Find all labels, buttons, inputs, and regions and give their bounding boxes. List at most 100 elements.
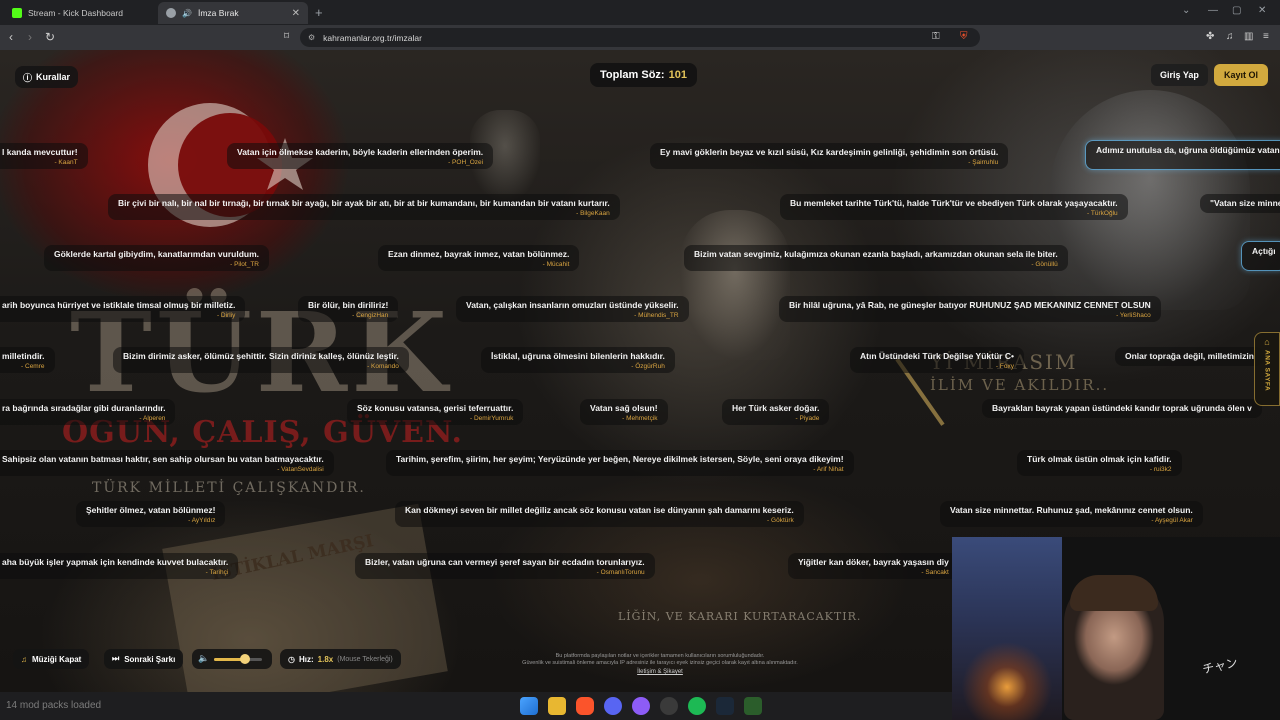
signature-quote: Vatan, çalışkan insanların omuzları üstü…: [466, 300, 679, 310]
side-tab-label: ANA SAYFA: [1263, 350, 1271, 392]
new-tab-button[interactable]: +: [315, 5, 323, 20]
signature-quote: Türk olmak üstün olmak için kafidir.: [1027, 454, 1172, 464]
home-side-tab[interactable]: ⌂ ANA SAYFA: [1254, 332, 1280, 406]
signature-author: - Tarihçi: [205, 569, 229, 576]
signature-card[interactable]: Bir hilâl uğruna, yâ Rab, ne güneşler ba…: [779, 296, 1161, 322]
extensions-icon[interactable]: ✤: [1206, 31, 1214, 42]
volume-slider[interactable]: 🔈: [192, 649, 272, 669]
signature-card[interactable]: Bir ölür, bin diriliriz! - CengizHan: [298, 296, 399, 322]
login-button[interactable]: Giriş Yap: [1151, 64, 1208, 86]
terminal-icon[interactable]: [744, 697, 762, 715]
signature-card-highlighted[interactable]: Adımız unutulsa da, uğruna öldüğümüz vat…: [1085, 140, 1280, 170]
file-explorer-icon[interactable]: [548, 697, 566, 715]
signature-card[interactable]: Vatan için ölmekse kaderim, böyle kaderi…: [227, 143, 494, 169]
volume-icon: 🔈: [198, 653, 210, 663]
signature-card[interactable]: Bu memleket tarihte Türk'tü, halde Türk'…: [780, 194, 1128, 220]
back-icon[interactable]: ‹: [9, 30, 13, 44]
media-icon[interactable]: ♫: [1226, 31, 1234, 42]
signature-card[interactable]: Bizim vatan sevgimiz, kulağımıza okunan …: [684, 245, 1068, 271]
next-song-label: Sonraki Şarkı: [124, 654, 176, 664]
signature-card[interactable]: aha büyük işler yapmak için kendinde kuv…: [0, 553, 239, 579]
signature-card[interactable]: Göklerde kartal gibiydim, kanatlarımdan …: [44, 245, 270, 271]
signature-card[interactable]: Bayrakları bayrak yapan üstündeki kandır…: [982, 399, 1262, 418]
signature-card[interactable]: Şehitler ölmez, vatan bölünmez! - AyYıldı…: [76, 501, 226, 527]
signature-card[interactable]: Bizler, vatan uğruna can vermeyi şeref s…: [355, 553, 655, 579]
tab-title: İmza Bırak: [197, 8, 239, 18]
site-info-icon[interactable]: ⚙: [308, 33, 315, 42]
tab-search-icon[interactable]: ⌄: [1182, 5, 1190, 16]
signature-card[interactable]: Ezan dinmez, bayrak inmez, vatan bölünme…: [378, 245, 580, 271]
brave-browser-icon[interactable]: [576, 697, 594, 715]
volume-knob[interactable]: [240, 654, 251, 664]
close-tab-icon[interactable]: ✕: [292, 8, 300, 19]
signature-card[interactable]: Bir çivi bir nalı, bir nal bir tırnağı, …: [108, 194, 620, 220]
signature-author: - Göktürk: [767, 517, 794, 524]
signature-author: - KaanT: [54, 159, 78, 166]
info-icon: ⓘ: [23, 72, 33, 83]
signature-card[interactable]: Türk olmak üstün olmak için kafidir. - ru…: [1017, 450, 1182, 476]
signature-card[interactable]: İstiklal, uğruna ölmesini bilenlerin hak…: [481, 347, 675, 373]
speed-hint: (Mouse Tekerleği): [337, 655, 393, 663]
signature-quote: milletindir.: [2, 351, 45, 361]
contact-link[interactable]: İletişim & Şikayet: [480, 669, 840, 675]
music-toggle-button[interactable]: ♫ Müziği Kapat: [13, 649, 90, 669]
steam-icon[interactable]: [716, 697, 734, 715]
register-button[interactable]: Kayıt Ol: [1214, 64, 1269, 86]
next-song-button[interactable]: ⏭ Sonraki Şarkı: [104, 649, 184, 669]
speed-control[interactable]: ◷ Hız: 1.8x (Mouse Tekerleği): [280, 649, 401, 669]
brave-shield-icon[interactable]: ⛨: [960, 31, 968, 42]
footer-notice: Bu platformda paylaşılan notlar ve içeri…: [480, 653, 840, 675]
discord-icon[interactable]: [604, 697, 622, 715]
signature-card[interactable]: Vatan, çalışkan insanların omuzları üstü…: [456, 296, 689, 322]
signature-card[interactable]: Her Türk asker doğar. - Piyade: [722, 399, 830, 425]
background-motto-2: TÜRK MİLLETİ ÇALIŞKANDIR.: [92, 480, 366, 496]
signature-author: - Mücahit: [542, 261, 570, 268]
menu-icon[interactable]: ≡: [1263, 31, 1269, 42]
tab-imza-birak[interactable]: 🔊 İmza Bırak ✕: [158, 2, 308, 24]
signature-card[interactable]: Söz konusu vatansa, gerisi teferruattır.…: [347, 399, 524, 425]
webcam-overlay-text: チャン: [1201, 655, 1240, 677]
tab-kick-dashboard[interactable]: Stream - Kick Dashboard: [4, 2, 154, 24]
signature-card[interactable]: l kanda mevcuttur! - KaanT: [0, 143, 88, 169]
password-key-icon[interactable]: ⚿: [932, 31, 940, 42]
rules-label: Kurallar: [36, 72, 71, 82]
windows-start-icon[interactable]: [520, 697, 538, 715]
signature-card[interactable]: Bizim dirimiz asker, ölümüz şehittir. Si…: [113, 347, 409, 373]
spotify-icon[interactable]: [688, 697, 706, 715]
forward-icon[interactable]: ›: [28, 30, 32, 44]
signature-card[interactable]: Ey mavi göklerin beyaz ve kızıl süsü, Kı…: [650, 143, 1009, 169]
minimize-button[interactable]: —: [1208, 5, 1218, 16]
signature-card[interactable]: ra bağrında sıradağlar gibi duranlarındı…: [0, 399, 176, 425]
bookmark-icon[interactable]: ⌑: [284, 31, 289, 42]
close-window-button[interactable]: ✕: [1258, 5, 1266, 16]
signature-quote: Bizim dirimiz asker, ölümüz şehittir. Si…: [123, 351, 399, 361]
volume-track[interactable]: [214, 658, 262, 661]
obs-icon[interactable]: [632, 697, 650, 715]
url-field[interactable]: ⚙ kahramanlar.org.tr/imzalar: [300, 28, 980, 47]
app-icon[interactable]: [660, 697, 678, 715]
signature-card[interactable]: Vatan size minnettar. Ruhunuz şad, mekân…: [940, 501, 1203, 527]
rules-button[interactable]: ⓘ Kurallar: [15, 66, 79, 88]
signature-author: - Piyade: [795, 415, 820, 422]
signature-card[interactable]: "Vatan size minne: [1200, 194, 1280, 213]
signature-author: - POH_Ozei: [448, 159, 484, 166]
footer-line-1: Bu platformda paylaşılan notlar ve içeri…: [555, 653, 765, 659]
signature-card[interactable]: Onlar toprağa değil, milletimizin: [1115, 347, 1264, 366]
background-ilim: İLİM VE AKILDIR..: [930, 376, 1110, 394]
signature-card[interactable]: milletindir. - Cemre: [0, 347, 55, 373]
signature-card[interactable]: Vatan sağ olsun! - Mehmetçik: [580, 399, 668, 425]
signature-quote: Bizler, vatan uğruna can vermeyi şeref s…: [365, 557, 645, 567]
maximize-button[interactable]: ▢: [1232, 5, 1241, 16]
reload-icon[interactable]: ↻: [45, 30, 55, 44]
music-toggle-label: Müziği Kapat: [32, 654, 82, 664]
signature-card[interactable]: Tarihim, şerefim, şiirim, her şeyim; Yer…: [386, 450, 854, 476]
signature-card[interactable]: arih boyunca hürriyet ve istiklale timsa…: [0, 296, 246, 322]
signature-card[interactable]: Sahipsiz olan vatanın batması haktır, se…: [0, 450, 334, 476]
signature-card[interactable]: Atın Üstündeki Türk Değilse Yüktür C• - F…: [850, 347, 1024, 373]
signature-card[interactable]: Yiğitler kan döker, bayrak yaşasın diy - …: [788, 553, 959, 579]
signature-card[interactable]: Kan dökmeyi seven bir millet değiliz anc…: [395, 501, 804, 527]
signature-author: - Pilot_TR: [230, 261, 260, 268]
signature-card-highlighted[interactable]: Açtığı: [1241, 241, 1280, 271]
sidebar-icon[interactable]: ▥: [1244, 31, 1253, 42]
music-note-icon: ♫: [21, 654, 27, 664]
